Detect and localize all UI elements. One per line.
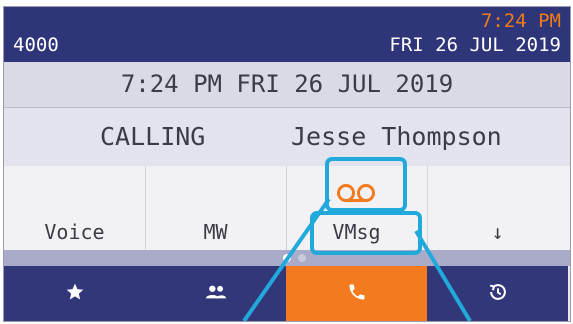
clock-date: FRI 26 JUL 2019 [389, 34, 561, 56]
top-status-bar: 4000 7:24 PM FRI 26 JUL 2019 [4, 7, 570, 62]
vmsg-label-highlight [310, 211, 422, 255]
page-indicator [4, 250, 570, 266]
nav-contacts-button[interactable] [145, 266, 287, 321]
page-dot-inactive [298, 254, 306, 262]
datetime-text: 7:24 PM FRI 26 JUL 2019 [120, 70, 454, 98]
datetime-banner: 7:24 PM FRI 26 JUL 2019 [4, 62, 570, 108]
call-info: CALLING Jesse Thompson [4, 108, 570, 166]
softkey-mw-label: MW [203, 220, 228, 244]
clock-time: 7:24 PM [480, 10, 561, 32]
softkey-row: Voice MW VMsg ↓ [4, 166, 570, 250]
nav-calls-button[interactable] [286, 266, 428, 321]
call-state: CALLING [100, 122, 206, 151]
phone-icon [347, 282, 367, 306]
page-dot-active [283, 254, 291, 262]
softkey-voice[interactable]: Voice [4, 166, 146, 250]
nav-favorites-button[interactable] [4, 266, 146, 321]
softkey-more-label: ↓ [491, 220, 504, 244]
softkey-more[interactable]: ↓ [427, 166, 568, 250]
phone-screen: 4000 7:24 PM FRI 26 JUL 2019 7:24 PM FRI… [3, 6, 571, 322]
history-icon [487, 281, 509, 307]
softkey-mw[interactable]: MW [145, 166, 287, 250]
nav-history-button[interactable] [427, 266, 568, 321]
softkey-voice-label: Voice [44, 220, 105, 244]
star-icon [65, 282, 85, 306]
voicemail-icon-highlight [325, 157, 407, 212]
extension-number: 4000 [13, 34, 59, 56]
caller-name: Jesse Thompson [291, 122, 502, 151]
contacts-icon [205, 284, 227, 304]
bottom-nav [4, 266, 570, 321]
